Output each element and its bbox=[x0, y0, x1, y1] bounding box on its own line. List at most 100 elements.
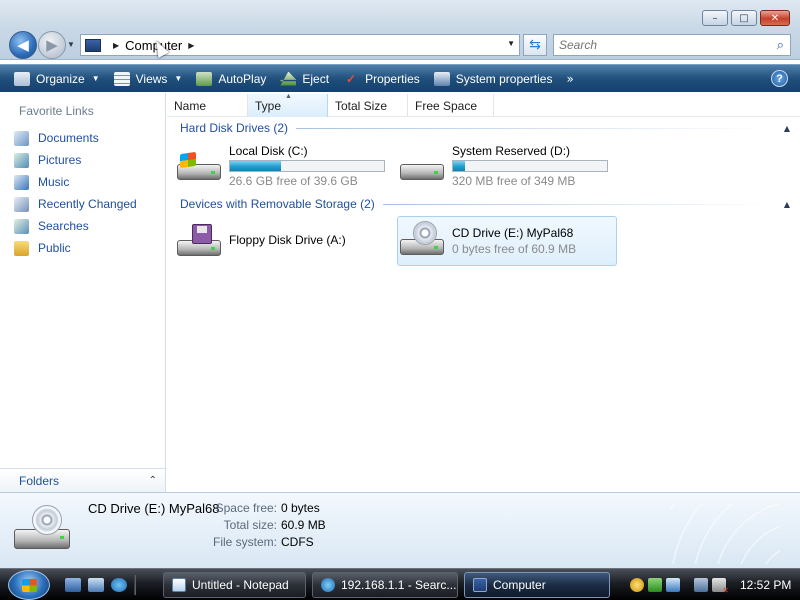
details-properties: Space free: 0 bytes Total size: 60.9 MB … bbox=[200, 501, 326, 549]
tray-check-icon[interactable] bbox=[648, 578, 662, 592]
maximize-button[interactable]: □ bbox=[731, 10, 757, 26]
drive-tile-cd-e[interactable]: CD Drive (E:) MyPal68 0 bytes free of 60… bbox=[397, 216, 617, 266]
organize-icon bbox=[14, 71, 30, 86]
chevron-up-icon: ⌃ bbox=[148, 475, 157, 486]
sidebar-item-label: Documents bbox=[38, 131, 99, 145]
system-properties-button[interactable]: System properties bbox=[433, 71, 552, 86]
address-dropdown-icon[interactable]: ▼ bbox=[507, 39, 515, 48]
search-icon[interactable]: ⌕ bbox=[777, 38, 784, 53]
back-button[interactable]: ◀ bbox=[9, 31, 37, 59]
group-title: Devices with Removable Storage (2) bbox=[180, 197, 375, 211]
sidebar-item-label: Recently Changed bbox=[38, 197, 137, 211]
details-value: 0 bytes bbox=[281, 501, 320, 515]
clock[interactable]: 12:52 PM bbox=[740, 578, 791, 592]
start-button[interactable] bbox=[8, 570, 50, 600]
properties-button[interactable]: ✓ Properties bbox=[343, 72, 420, 86]
group-divider bbox=[296, 127, 770, 129]
column-type[interactable]: ▲ Type bbox=[248, 93, 328, 117]
windows-logo-icon bbox=[22, 579, 37, 592]
help-button[interactable]: ? bbox=[771, 70, 788, 87]
security-shield-icon[interactable] bbox=[630, 578, 644, 592]
drive-name: CD Drive (E:) MyPal68 bbox=[452, 226, 574, 240]
sidebar-item-recently-changed[interactable]: Recently Changed bbox=[14, 193, 137, 215]
taskbar: Untitled - Notepad 192.168.1.1 - Searc..… bbox=[0, 568, 800, 600]
details-label: Total size: bbox=[223, 518, 277, 532]
hard-drive-icon bbox=[398, 146, 446, 188]
favorite-links-list: Documents Pictures Music Recently Change… bbox=[14, 127, 137, 259]
notepad-icon bbox=[172, 578, 186, 592]
sidebar-item-label: Public bbox=[38, 241, 71, 255]
favorite-links-heading: Favorite Links bbox=[19, 104, 94, 118]
system-properties-icon bbox=[433, 71, 450, 86]
taskbar-button-browser[interactable]: 192.168.1.1 - Searc... bbox=[312, 572, 458, 598]
internet-explorer-icon[interactable] bbox=[111, 578, 127, 592]
refresh-button[interactable]: ⇆ bbox=[523, 34, 547, 56]
command-bar: Organize ▼ Views ▼ AutoPlay Eject ✓ Prop… bbox=[0, 64, 800, 92]
column-free-space[interactable]: Free Space bbox=[408, 94, 494, 117]
checkmark-icon: ✓ bbox=[346, 71, 357, 86]
drive-name: System Reserved (D:) bbox=[452, 144, 571, 158]
search-input[interactable] bbox=[559, 38, 759, 52]
column-name[interactable]: Name bbox=[167, 94, 248, 117]
file-list: Hard Disk Drives (2) ▲ Local Disk (C:) 2… bbox=[167, 118, 800, 492]
group-header-hard-disks[interactable]: Hard Disk Drives (2) ▲ bbox=[180, 121, 790, 135]
close-button[interactable]: ✕ bbox=[760, 10, 790, 26]
computer-icon bbox=[473, 578, 487, 592]
minimize-button[interactable]: – bbox=[702, 10, 728, 26]
drive-free-space: 0 bytes free of 60.9 MB bbox=[452, 242, 577, 256]
folders-toggle[interactable]: Folders ⌃ bbox=[0, 468, 165, 492]
task-label: 192.168.1.1 - Searc... bbox=[341, 578, 457, 592]
drive-tile-system-reserved-d[interactable]: System Reserved (D:) 320 MB free of 349 … bbox=[398, 142, 618, 192]
more-commands-button[interactable]: » bbox=[566, 72, 573, 86]
sidebar-item-music[interactable]: Music bbox=[14, 171, 137, 193]
breadcrumb-chevron-icon[interactable]: ▶ bbox=[188, 41, 194, 50]
hard-drive-icon bbox=[175, 146, 223, 188]
tray-app-icon[interactable] bbox=[666, 578, 680, 592]
sidebar-item-documents[interactable]: Documents bbox=[14, 127, 137, 149]
navigation-pane: Favorite Links Documents Pictures Music … bbox=[0, 93, 166, 492]
recent-pages-dropdown[interactable]: ▼ bbox=[67, 40, 75, 49]
autoplay-button[interactable]: AutoPlay bbox=[196, 71, 267, 86]
chevron-down-icon: ▼ bbox=[174, 74, 183, 83]
details-label: File system: bbox=[212, 535, 277, 549]
music-icon bbox=[14, 174, 29, 190]
chevron-up-icon[interactable]: ▲ bbox=[784, 124, 790, 133]
forward-button[interactable]: ▶ bbox=[38, 31, 66, 59]
searches-icon bbox=[14, 218, 29, 234]
drive-tile-floppy-a[interactable]: Floppy Disk Drive (A:) bbox=[175, 218, 395, 268]
taskbar-button-notepad[interactable]: Untitled - Notepad bbox=[163, 572, 306, 598]
organize-button[interactable]: Organize ▼ bbox=[14, 71, 100, 86]
views-button[interactable]: Views ▼ bbox=[113, 71, 183, 86]
task-label: Untitled - Notepad bbox=[192, 578, 289, 592]
eject-icon bbox=[280, 71, 297, 86]
chevron-up-icon[interactable]: ▲ bbox=[784, 200, 790, 209]
refresh-icon: ⇆ bbox=[529, 37, 541, 53]
column-header: Name ▲ Type Total Size Free Space bbox=[167, 93, 800, 117]
sidebar-item-pictures[interactable]: Pictures bbox=[14, 149, 137, 171]
sidebar-item-searches[interactable]: Searches bbox=[14, 215, 137, 237]
autoplay-label: AutoPlay bbox=[218, 71, 267, 86]
window-titlebar: – □ ✕ ◀ ▶ ▼ ▶ Computer ▶ ▼ ⇆ ⌕ bbox=[0, 0, 800, 60]
views-icon bbox=[113, 71, 130, 86]
address-bar[interactable]: ▶ Computer ▶ ▼ bbox=[80, 34, 520, 56]
volume-muted-icon[interactable] bbox=[712, 578, 729, 595]
group-header-removable-storage[interactable]: Devices with Removable Storage (2) ▲ bbox=[180, 197, 790, 211]
breadcrumb-chevron-icon[interactable]: ▶ bbox=[113, 41, 119, 50]
sidebar-item-label: Searches bbox=[38, 219, 89, 233]
network-icon[interactable] bbox=[694, 578, 708, 592]
column-type-label: Type bbox=[255, 98, 282, 113]
show-desktop-icon[interactable] bbox=[65, 578, 81, 592]
taskbar-button-computer[interactable]: Computer bbox=[464, 572, 610, 598]
search-box[interactable]: ⌕ bbox=[553, 34, 791, 56]
drive-usage-bar bbox=[452, 160, 608, 172]
group-divider bbox=[382, 203, 770, 205]
group-title: Hard Disk Drives (2) bbox=[180, 121, 289, 135]
switch-windows-icon[interactable] bbox=[88, 578, 104, 592]
column-total-size[interactable]: Total Size bbox=[328, 94, 408, 117]
organize-label: Organize bbox=[36, 71, 85, 86]
eject-button[interactable]: Eject bbox=[280, 71, 329, 86]
drive-tile-local-disk-c[interactable]: Local Disk (C:) 26.6 GB free of 39.6 GB bbox=[175, 142, 395, 192]
public-folder-icon bbox=[14, 240, 29, 256]
task-label: Computer bbox=[493, 578, 546, 592]
sidebar-item-public[interactable]: Public bbox=[14, 237, 137, 259]
